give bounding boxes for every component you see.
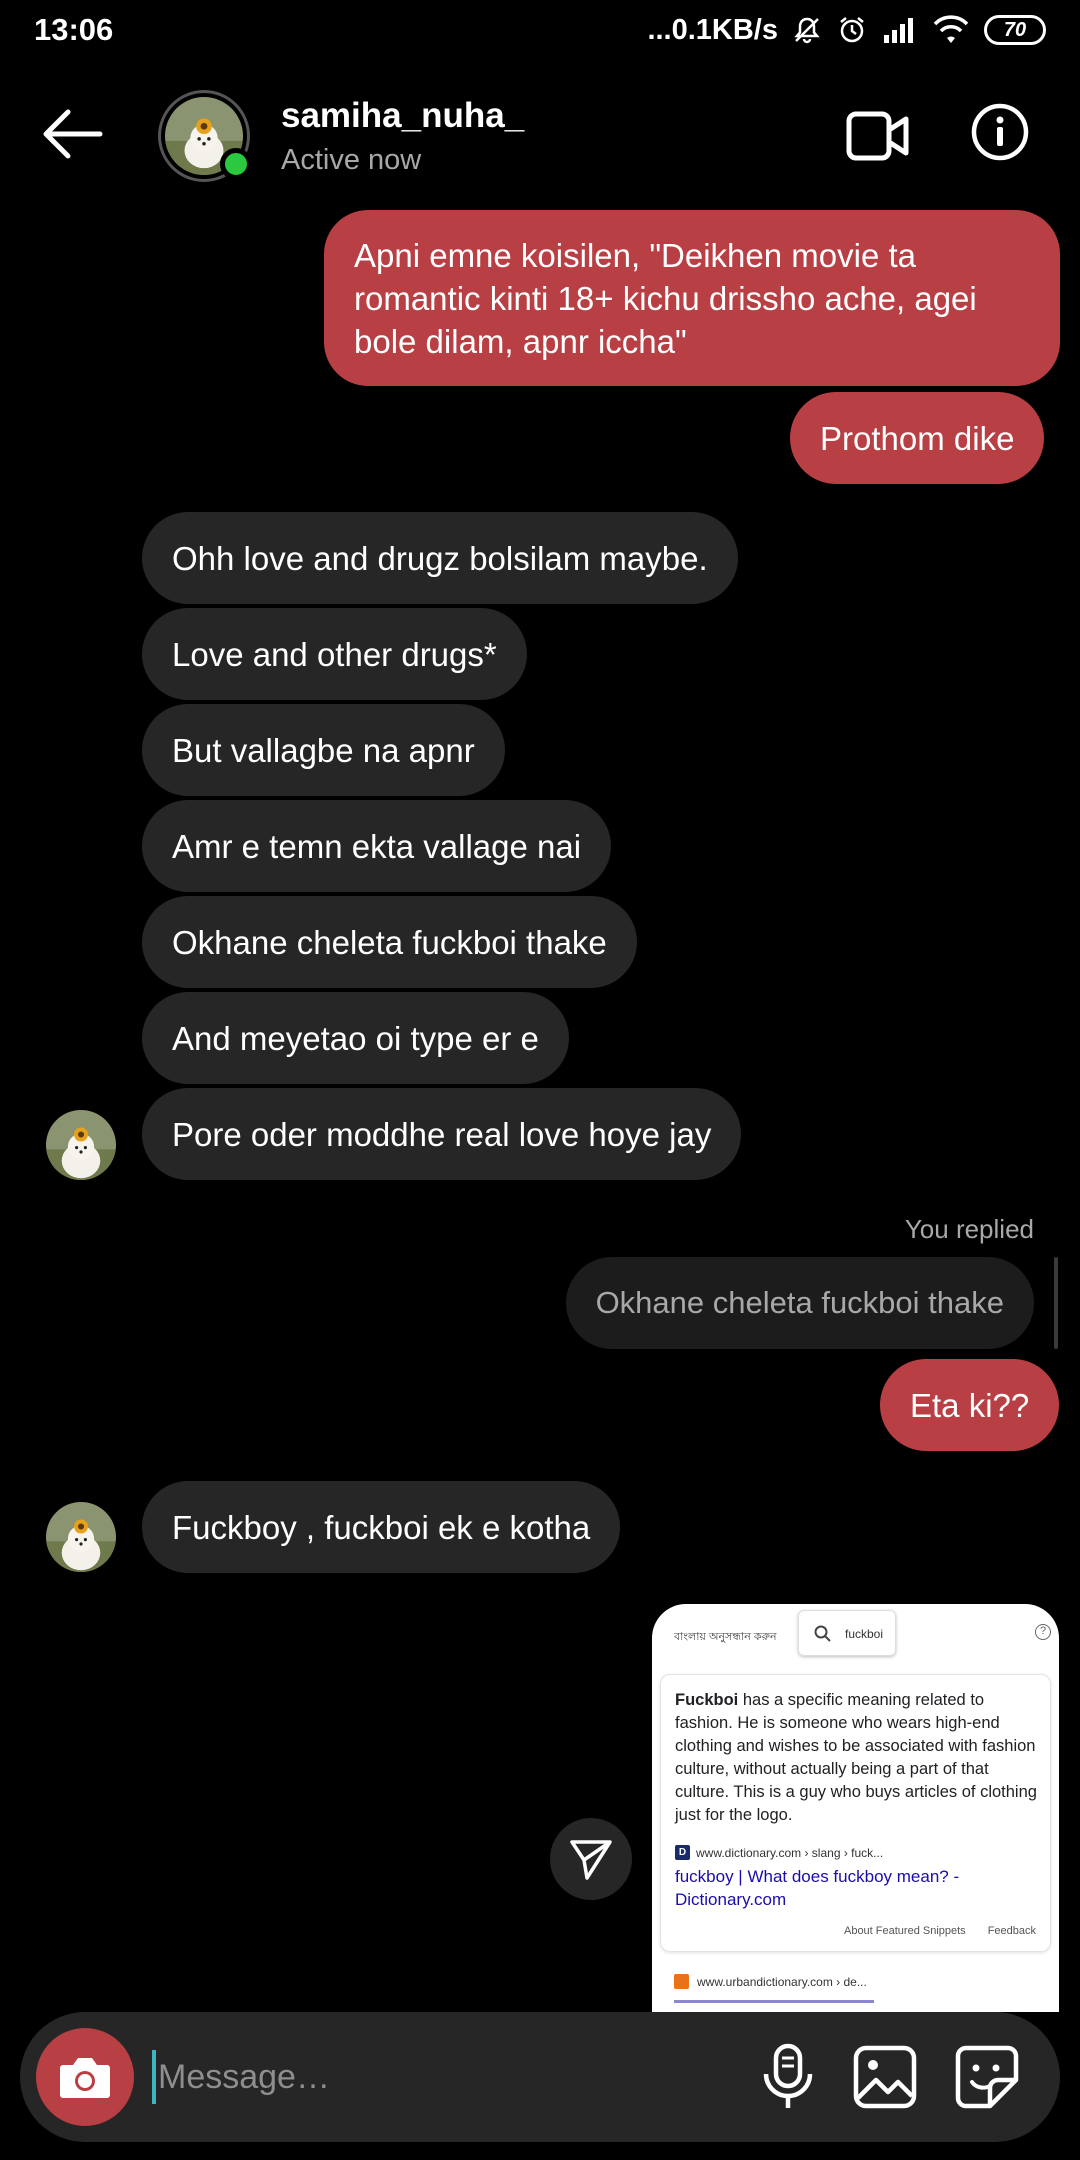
contact-status: Active now: [281, 144, 422, 176]
reply-quote[interactable]: Okhane cheleta fuckboi thake: [565, 1257, 1034, 1349]
featured-snippet: Fuckboi has a specific meaning related t…: [660, 1674, 1051, 1952]
urbandictionary-logo-icon: [674, 1974, 689, 1989]
search-box: fuckboi: [798, 1610, 896, 1656]
search-header: বাংলায় অনুসন্ধান করুন fuckboi ?: [652, 1604, 1059, 1664]
net-speed: ...0.1KB/s: [647, 13, 778, 46]
incoming-message[interactable]: Ohh love and drugz bolsilam maybe.: [142, 512, 738, 604]
online-indicator: [220, 148, 252, 180]
incoming-message[interactable]: And meyetao oi type er e: [142, 992, 569, 1084]
wifi-icon: [932, 15, 970, 45]
message-composer: [20, 2012, 1060, 2142]
search-icon: [814, 1625, 831, 1642]
incoming-message[interactable]: Okhane cheleta fuckboi thake: [142, 896, 637, 988]
help-icon: ?: [1035, 1624, 1051, 1640]
video-call-icon[interactable]: [846, 108, 910, 164]
search-query: fuckboi: [845, 1627, 884, 1641]
chat-header: samiha_nuha_ Active now: [0, 62, 1080, 210]
feedback-label: Feedback: [987, 1925, 1036, 1937]
bangla-search-label: বাংলায় অনুসন্ধান করুন: [674, 1631, 777, 1643]
incoming-message[interactable]: But vallagbe na apnr: [142, 704, 505, 796]
status-indicators: ...0.1KB/s 70: [647, 10, 1046, 50]
outgoing-message[interactable]: Prothom dike: [790, 392, 1045, 484]
reply-indicator-bar: [1054, 1257, 1058, 1349]
battery-icon: 70: [984, 15, 1046, 45]
info-icon[interactable]: [970, 102, 1030, 162]
camera-icon[interactable]: [36, 2028, 134, 2126]
status-bar: 13:06 ...0.1KB/s 70: [0, 0, 1080, 62]
microphone-icon[interactable]: [756, 2042, 820, 2112]
contact-username[interactable]: samiha_nuha_: [281, 96, 524, 136]
sticker-icon[interactable]: [952, 2042, 1022, 2112]
second-result-source: www.urbandictionary.com › de...: [674, 1974, 867, 1989]
snippet-source: D www.dictionary.com › slang › fuck...: [675, 1845, 883, 1860]
sender-avatar[interactable]: [46, 1502, 116, 1572]
mute-bell-icon: [792, 15, 822, 45]
signal-icon: [882, 15, 918, 45]
definition-text: Fuckboi has a specific meaning related t…: [675, 1691, 1037, 1824]
snippet-footer: About Featured Snippets Feedback: [844, 1925, 1036, 1937]
about-snippets: About Featured Snippets: [843, 1925, 966, 1937]
outgoing-message[interactable]: Eta ki??: [880, 1359, 1060, 1451]
share-send-icon[interactable]: [550, 1818, 632, 1900]
snippet-link: fuckboy | What does fuckboy mean? - Dict…: [675, 1867, 960, 1909]
alarm-icon: [836, 14, 868, 46]
you-replied-label: You replied: [904, 1214, 1034, 1244]
second-result-link: [674, 2000, 874, 2012]
header-avatar[interactable]: [158, 90, 252, 182]
sender-avatar[interactable]: [46, 1110, 116, 1180]
incoming-message[interactable]: Amr e temn ekta vallage nai: [142, 800, 612, 892]
dictionary-logo-icon: D: [675, 1845, 690, 1860]
gallery-icon[interactable]: [850, 2042, 920, 2112]
back-arrow-icon[interactable]: [38, 106, 104, 162]
incoming-message[interactable]: Pore oder moddhe real love hoye jay: [142, 1088, 742, 1180]
status-time: 13:06: [34, 12, 114, 47]
incoming-message[interactable]: Love and other drugs*: [142, 608, 527, 700]
shared-screenshot-image[interactable]: বাংলায় অনুসন্ধান করুন fuckboi ? Fuckboi…: [652, 1604, 1059, 2012]
outgoing-message[interactable]: Apni emne koisilen, "Deikhen movie ta ro…: [324, 210, 1060, 386]
incoming-message[interactable]: Fuckboy , fuckboi ek e kotha: [142, 1481, 621, 1573]
message-input[interactable]: [152, 2050, 672, 2104]
